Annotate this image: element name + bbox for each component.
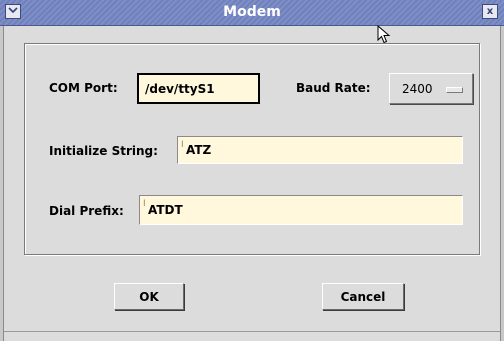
baud-rate-value: 2400 bbox=[402, 82, 433, 96]
dial-prefix-label: Dial Prefix: bbox=[49, 204, 124, 218]
window-menu-button[interactable] bbox=[5, 4, 21, 19]
dial-prefix-value: ATDT bbox=[148, 203, 183, 217]
chevron-down-icon bbox=[8, 6, 18, 17]
window-close-button[interactable]: x bbox=[482, 4, 498, 19]
init-string-input[interactable]: I ATZ bbox=[177, 136, 463, 164]
init-string-label: Initialize String: bbox=[49, 144, 158, 158]
close-icon: x bbox=[486, 5, 494, 17]
window-title: Modem bbox=[223, 4, 281, 20]
ok-button[interactable]: OK bbox=[114, 283, 184, 310]
window-border-right bbox=[500, 26, 504, 341]
com-port-label: COM Port: bbox=[49, 81, 118, 95]
cancel-button[interactable]: Cancel bbox=[322, 283, 404, 310]
com-port-input[interactable]: /dev/ttyS1 bbox=[137, 73, 260, 104]
text-cursor-icon: I bbox=[181, 140, 184, 150]
init-string-value: ATZ bbox=[186, 143, 212, 157]
baud-rate-select[interactable]: 2400 bbox=[389, 73, 473, 104]
baud-rate-label: Baud Rate: bbox=[296, 81, 371, 95]
window-bottom-edge bbox=[4, 331, 500, 332]
title-bar[interactable]: Modem x bbox=[0, 0, 504, 26]
dial-prefix-input[interactable]: I ATDT bbox=[139, 195, 463, 225]
text-cursor-icon: I bbox=[143, 199, 146, 209]
window-border-left bbox=[0, 26, 4, 341]
option-menu-indicator-icon bbox=[446, 87, 463, 93]
com-port-value: /dev/ttyS1 bbox=[145, 81, 215, 96]
